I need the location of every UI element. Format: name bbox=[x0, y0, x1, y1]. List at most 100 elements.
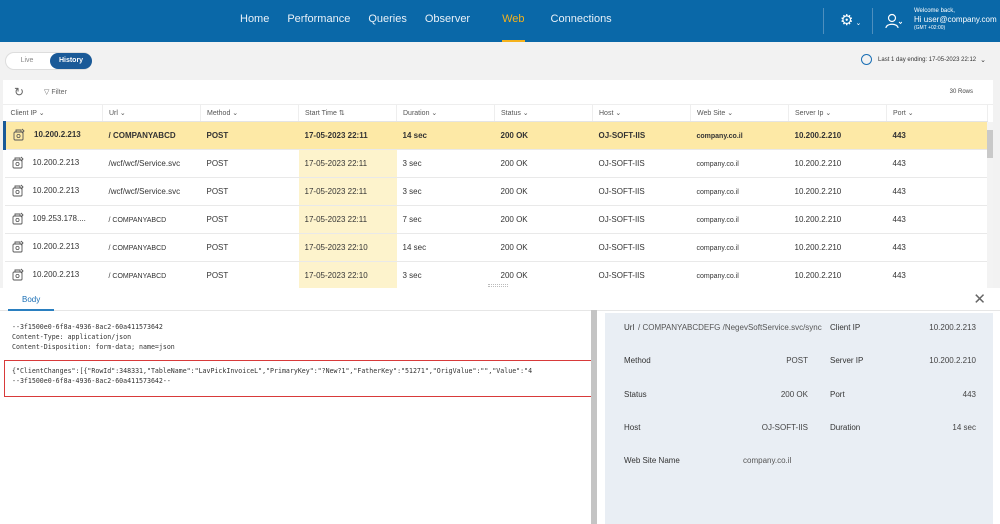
table-row[interactable]: 10.200.2.213 / COMPANYABCD POST 17-05-2023 … bbox=[3, 121, 988, 150]
table-cell: 10.200.2.210 bbox=[788, 121, 887, 150]
status-label: Status bbox=[624, 390, 647, 399]
cell-value: 200 OK bbox=[500, 270, 528, 280]
cell-value: POST bbox=[206, 242, 229, 252]
gear-icon[interactable]: ⚙ ⌄ bbox=[840, 12, 862, 30]
cell-value: 17-05-2023 22:10 bbox=[304, 242, 368, 252]
column-header[interactable]: Method ⌄ bbox=[200, 105, 299, 122]
cell-value: 443 bbox=[892, 130, 906, 140]
table-cell: OJ-SOFT-IIS bbox=[592, 121, 691, 150]
table-cell: 10.200.2.210 bbox=[788, 149, 887, 178]
table-cell: 3 sec bbox=[396, 177, 495, 206]
chevron-down-icon[interactable]: ⌄ bbox=[613, 110, 621, 117]
table-cell: / COMPANYABCD bbox=[102, 205, 201, 234]
table-cell: company.co.il bbox=[690, 121, 789, 150]
chevron-down-icon[interactable]: ⌄ bbox=[823, 110, 831, 117]
nav-queries[interactable]: Queries bbox=[368, 0, 407, 42]
cell-value: OJ-SOFT-IIS bbox=[598, 158, 645, 168]
table-cell: OJ-SOFT-IIS bbox=[592, 233, 691, 262]
table-cell: 109.253.178.... bbox=[4, 205, 103, 234]
host-label: Host bbox=[624, 423, 641, 432]
chevron-down-icon[interactable]: ⌄ bbox=[521, 110, 529, 117]
duration-value: 14 sec bbox=[952, 423, 976, 432]
website-label: Web Site Name bbox=[624, 456, 680, 465]
user-icon[interactable] bbox=[884, 12, 902, 30]
column-header[interactable]: Client IP ⌄ bbox=[4, 105, 103, 122]
table-row[interactable]: 10.200.2.213/wcf/wcf/Service.svc POST 17-0… bbox=[4, 149, 988, 178]
column-header-label: Start Time bbox=[305, 109, 337, 117]
live-option[interactable]: Live bbox=[8, 53, 46, 69]
table-row[interactable]: 10.200.2.213 / COMPANYABCD POST 17-05-2023 … bbox=[4, 233, 988, 262]
filter-button[interactable]: ▽ Filter bbox=[44, 88, 67, 96]
cell-value: 443 bbox=[892, 186, 906, 196]
nav-home[interactable]: Home bbox=[240, 0, 269, 42]
table-header: Client IP ⌄ Url ⌄ Method ⌄ Start Time ⇅ Dura… bbox=[4, 105, 988, 122]
close-icon[interactable]: ✕ bbox=[973, 292, 986, 307]
chevron-down-icon[interactable]: ⌄ bbox=[906, 110, 914, 117]
clock-icon bbox=[861, 54, 873, 65]
tab-body[interactable]: Body bbox=[22, 295, 40, 304]
column-header[interactable]: Duration ⌄ bbox=[396, 105, 495, 122]
table-toolbar: ↻ ▽ Filter 30 Rows bbox=[3, 80, 993, 105]
nav-connections[interactable]: Connections bbox=[551, 0, 612, 42]
table-cell: POST bbox=[200, 205, 299, 234]
cell-value: company.co.il bbox=[696, 132, 743, 140]
table-cell: 10.200.2.213 bbox=[4, 177, 103, 206]
column-header[interactable]: Web Site ⌄ bbox=[690, 105, 789, 122]
table-cell: 17-05-2023 22:11 bbox=[298, 149, 397, 178]
column-header[interactable]: Port ⌄ bbox=[886, 105, 988, 122]
table-cell: 200 OK bbox=[494, 149, 593, 178]
chevron-down-icon[interactable]: ⌄ bbox=[118, 110, 126, 117]
cell-value: 10.200.2.210 bbox=[794, 214, 842, 224]
table-cell: OJ-SOFT-IIS bbox=[592, 205, 691, 234]
vertical-scrollbar[interactable] bbox=[987, 122, 993, 288]
detail-area: Body ✕ --3f1500e0-6f8a-4936-8ac2-60a4115… bbox=[0, 288, 1000, 524]
cell-value: 14 sec bbox=[402, 130, 427, 140]
cell-value: company.co.il bbox=[696, 216, 739, 224]
table-cell: 10.200.2.213 bbox=[3, 121, 103, 150]
cell-value: 10.200.2.213 bbox=[32, 186, 80, 196]
port-value: 443 bbox=[962, 390, 976, 399]
time-range-label: Last 1 day ending: 17-05-2023 22:12 bbox=[878, 56, 977, 63]
requests-panel: ↻ ▽ Filter 30 Rows Client IP ⌄ Url ⌄ Metho… bbox=[3, 80, 993, 290]
table-cell: 10.200.2.213 bbox=[4, 149, 103, 178]
status-value: 200 OK bbox=[780, 390, 808, 399]
history-option[interactable]: History bbox=[50, 53, 92, 69]
sort-icon[interactable]: ⇅ bbox=[337, 110, 345, 117]
scrollbar-thumb[interactable] bbox=[987, 130, 993, 158]
body-line: --3f1500e0-6f8a-4936-8ac2-60a411573642-- bbox=[12, 377, 171, 385]
column-header-label: Client IP bbox=[10, 109, 37, 117]
pane-splitter[interactable] bbox=[591, 310, 597, 524]
cell-value: company.co.il bbox=[696, 160, 739, 168]
column-header[interactable]: Url ⌄ bbox=[102, 105, 201, 122]
column-header[interactable]: Server Ip ⌄ bbox=[788, 105, 887, 122]
nav-performance[interactable]: Performance bbox=[287, 0, 350, 42]
column-header[interactable]: Status ⌄ bbox=[494, 105, 593, 122]
refresh-icon[interactable]: ↻ bbox=[14, 86, 24, 98]
chevron-down-icon[interactable]: ⌄ bbox=[429, 110, 437, 117]
table-row[interactable]: 109.253.178.... / COMPANYABCD POST 17-05-20… bbox=[4, 205, 988, 234]
cell-value: OJ-SOFT-IIS bbox=[598, 130, 646, 140]
table-cell: / COMPANYABCD bbox=[102, 261, 201, 290]
table-row[interactable]: 10.200.2.213/wcf/wcf/Service.svc POST 17-0… bbox=[4, 177, 988, 206]
tab-divider bbox=[0, 310, 1000, 311]
table-cell: 10.200.2.213 bbox=[4, 261, 103, 290]
row-count: 30 Rows bbox=[949, 89, 973, 95]
request-icon bbox=[12, 128, 26, 142]
cell-value: company.co.il bbox=[696, 244, 739, 252]
cell-value: OJ-SOFT-IIS bbox=[598, 270, 645, 280]
table-cell: 443 bbox=[886, 261, 988, 290]
table-cell: 17-05-2023 22:10 bbox=[298, 261, 397, 290]
resize-grip[interactable] bbox=[488, 284, 508, 287]
column-header[interactable]: Start Time ⇅ bbox=[298, 105, 397, 122]
table-cell: company.co.il bbox=[690, 261, 789, 290]
nav-observer[interactable]: Observer bbox=[425, 0, 470, 42]
chevron-down-icon[interactable]: ⌄ bbox=[37, 110, 45, 117]
cell-value: / COMPANYABCD bbox=[108, 216, 167, 224]
chevron-down-icon[interactable]: ⌄ bbox=[725, 110, 733, 117]
time-range-selector[interactable]: Last 1 day ending: 17-05-2023 22:12 ⌄ bbox=[861, 54, 986, 65]
column-header[interactable]: Host ⌄ bbox=[592, 105, 691, 122]
table-body: 10.200.2.213 / COMPANYABCD POST 17-05-2023 … bbox=[3, 121, 988, 290]
table-cell: 10.200.2.213 bbox=[4, 233, 103, 262]
chevron-down-icon[interactable]: ⌄ bbox=[230, 110, 238, 117]
nav-web[interactable]: Web bbox=[502, 0, 525, 42]
